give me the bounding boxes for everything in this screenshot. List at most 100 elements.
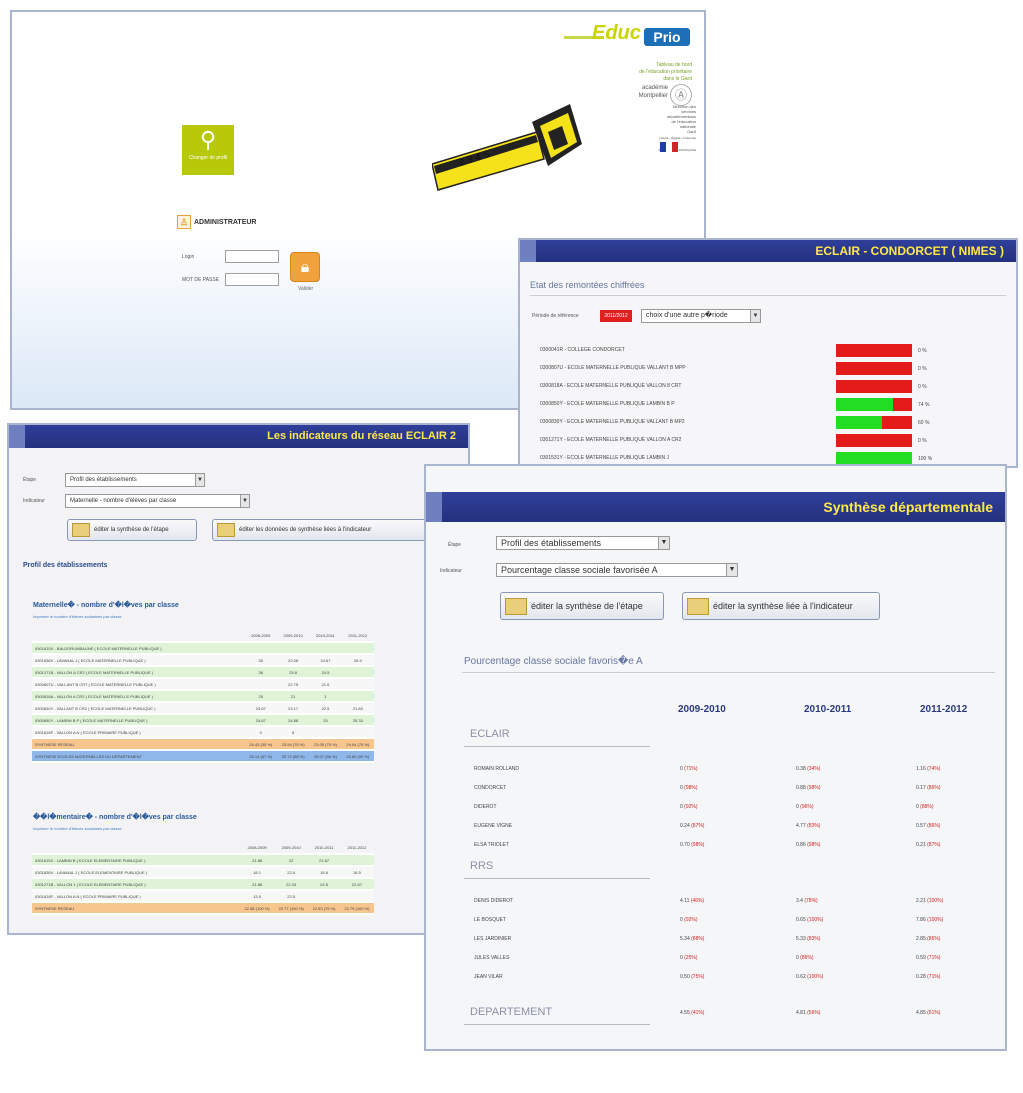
table-cell: 21.88 [240, 878, 275, 891]
table-row: SYNTHESE RESEAU 24.43 (35 %) 23.54 (75 %) 2… [32, 738, 374, 751]
table-cell: 24.43 (35 %) [244, 738, 277, 751]
table2-print-link[interactable]: Imprimer le nombre d'élèves scolarisés p… [33, 826, 122, 831]
table-row: 0301818F - VALLON A N ( ECOLE PRIMAIRE P… [32, 726, 374, 739]
indicateur-select[interactable]: Pourcentage classe sociale favorisée A ▼ [496, 563, 738, 577]
change-profile-tile[interactable]: ⚲ Changer de profil [182, 125, 234, 175]
edit-step-synthesis-button[interactable]: éditer la synthèse de l'étape [500, 592, 664, 620]
table-cell [308, 890, 340, 903]
school-status-row[interactable]: 0300850Y - ECOLE MATERNELLE PUBLIQUE LAM… [540, 398, 1010, 412]
edit-step-synthesis-button[interactable]: éditer la synthèse de l'étape [67, 519, 197, 541]
table-row: CONDORCET 0 (98%) 0.88 (98%) 0.17 (86%) [474, 783, 994, 795]
value-cell: 0.86 (98%) [796, 842, 820, 848]
table-cell: 21.88 [240, 854, 275, 867]
table-cell: 1 [309, 690, 342, 703]
table-row: 0301818F - VALLON A N ( ECOLE PRIMAIRE P… [32, 890, 374, 903]
table-cell [309, 726, 342, 739]
value-percent: (75%) [691, 974, 705, 980]
school-name: DIDEROT [474, 804, 497, 810]
school-status-row[interactable]: 0300830Y - ECOLE MATERNELLE PUBLIQUE VAL… [540, 416, 1010, 430]
year-header: 2009-2010 [678, 704, 726, 715]
value-percent: (71%) [927, 955, 941, 961]
value-number: 2.85 [916, 936, 928, 942]
table1-print-link[interactable]: Imprimer le nombre d'élèves scolarisés p… [33, 614, 122, 619]
school-status-row[interactable]: 0300041R - COLLEGE CONDORCET 0 % [540, 344, 1010, 358]
value-percent: (71%) [684, 766, 698, 772]
etape-select[interactable]: Profil des établissements ▼ [496, 536, 670, 550]
progress-percent: 0 % [918, 438, 927, 444]
table-cell: 24.88 [276, 714, 310, 727]
table-cell: 13.5 [240, 890, 275, 903]
value-cell: 0.21 (87%) [916, 842, 940, 848]
value-percent: (25%) [684, 955, 698, 961]
table-cell: 22.58 (100 %) [240, 902, 275, 915]
submit-button[interactable]: 🔒︎ [290, 252, 320, 282]
table-row: 0301836V - LAVANAL J ( ECOLE ELEMENTAIRE… [32, 866, 374, 879]
table-cell [341, 678, 374, 691]
table-cell [341, 690, 374, 703]
progress-bar [836, 380, 912, 393]
table-cell: 22.5 [309, 702, 342, 715]
table-cell: 25.80 (90 %) [341, 750, 374, 763]
school-status-row[interactable]: 0300807U - ECOLE MATERNELLE PUBLIQUE VAL… [540, 362, 1010, 376]
synthesis-title: Synthèse départementale [426, 492, 1005, 522]
value-number: 0.28 [916, 974, 928, 980]
table-header: 2009-2010 [274, 842, 309, 855]
value-percent: (87%) [927, 842, 941, 848]
value-percent: (86%) [927, 823, 941, 829]
value-percent: (46%) [690, 898, 705, 904]
table-header: 2008-2009 [244, 630, 277, 643]
value-cell: 0 (88%) [916, 804, 934, 810]
table-cell: 25.72 (88 %) [276, 750, 310, 763]
progress-percent: 0 % [918, 348, 927, 354]
password-input[interactable] [225, 273, 279, 286]
key-icon: ⚲ [199, 127, 217, 152]
value-cell: 4.55 (41%) [680, 1010, 704, 1016]
ministry-line: RÉPUBLIQUE FRANÇAISE [659, 148, 696, 152]
password-label: MOT DE PASSE [182, 277, 220, 283]
table-cell: 24.5 [309, 666, 342, 679]
value-percent: (34%) [807, 766, 821, 772]
logo-tagline: Tableau de bord de l'éducation prioritai… [639, 62, 692, 83]
login-input[interactable] [225, 250, 279, 263]
table-row-label: 0301818F - VALLON A N ( ECOLE PRIMAIRE P… [32, 726, 245, 739]
period-badge: 2011/2012 [600, 310, 632, 322]
table-header [32, 842, 241, 855]
table-cell [339, 890, 374, 903]
edit-indicator-synthesis-button[interactable]: éditer la synthèse liée à l'indicateur [682, 592, 880, 620]
progress-percent: 60 % [918, 420, 930, 426]
value-number: 4.11 [680, 898, 691, 904]
value-percent: (88%) [691, 936, 705, 942]
value-number: 0.24 [680, 823, 692, 829]
table-row: SYNTHESE RESEAU 22.58 (100 %) 22.77 (100 %… [32, 902, 374, 915]
table-cell: 24.67 [309, 654, 342, 667]
period-select[interactable]: choix d'une autre p�riode ▼ [641, 309, 761, 323]
value-cell: 0.57 (86%) [916, 823, 940, 829]
edit-indicator-data-button[interactable]: éditer les données de synthèse liées à l… [212, 519, 426, 541]
year-header: 2011-2012 [920, 704, 968, 715]
logo-prio-text: Prio [644, 28, 690, 46]
table-cell: 25 [309, 714, 342, 727]
value-cell: 0 (92%) [680, 917, 698, 923]
admin-heading: ♙ ADMINISTRATEUR [177, 215, 256, 229]
table-row: 0300807U - VALLANT B CRT ( ECOLE MATERNE… [32, 678, 374, 691]
table-cell: 25 [244, 690, 277, 703]
school-status-row[interactable]: 0301271Y - ECOLE MATERNELLE PUBLIQUE VAL… [540, 434, 1010, 448]
value-percent: (100%) [807, 974, 824, 980]
progress-fill [836, 416, 882, 429]
table-cell [339, 854, 374, 867]
table-row: 0300830Y - VALLANT B CR2 ( ECOLE MATERNE… [32, 702, 374, 715]
table-cell [276, 642, 310, 655]
indicateur-select[interactable]: Maternelle - nombre d'élèves par classe … [65, 494, 250, 508]
academy-seal-icon: Ⓐ [670, 84, 692, 106]
progress-percent: 100 % [918, 456, 933, 462]
value-cell: 4.81 (56%) [796, 1010, 820, 1016]
table-row: EUGENE VIGNE 0.24 (87%) 4.77 (83%) 0.57 (86… [474, 821, 994, 833]
period-select-value: choix d'une autre p�riode [646, 312, 728, 319]
school-name: LE BOSQUET [474, 917, 506, 923]
table-cell: 0 [244, 726, 277, 739]
school-status-row[interactable]: 0300818A - ECOLE MATERNELLE PUBLIQUE VAL… [540, 380, 1010, 394]
etape-select[interactable]: Profil des établissements ▼ [65, 473, 205, 487]
value-number: 0.59 [916, 955, 928, 961]
table-cell: 23.05 (75 %) [309, 738, 342, 751]
table-cell: 22.77 (100 %) [274, 902, 309, 915]
